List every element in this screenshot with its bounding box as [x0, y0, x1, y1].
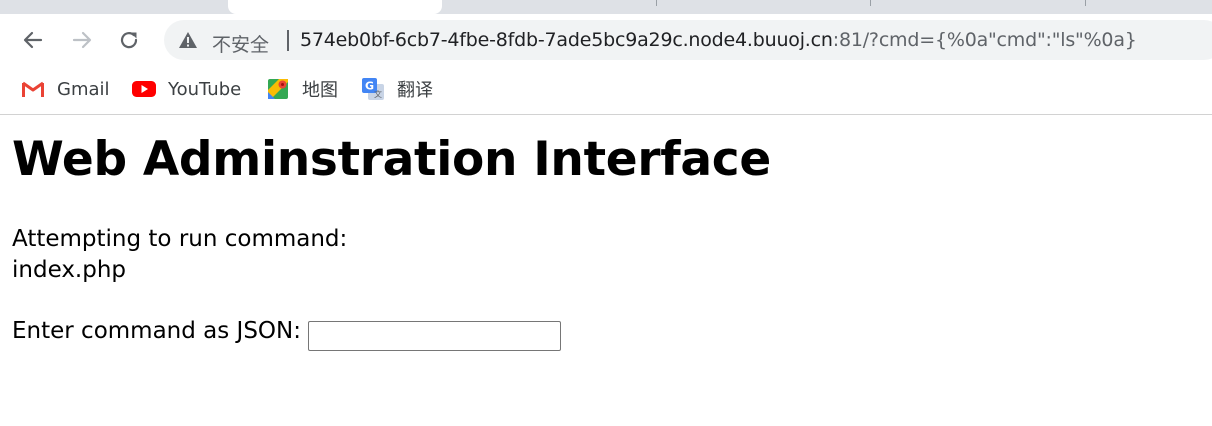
tab-separator	[1085, 0, 1086, 6]
address-bar[interactable]: 不安全 574eb0bf-6cb7-4fbe-8fdb-7ade5bc9a29c…	[164, 20, 1212, 60]
omnibox-divider	[287, 30, 289, 51]
maps-icon	[266, 77, 290, 101]
gmail-icon	[21, 77, 45, 101]
bookmark-label: 翻译	[397, 80, 433, 101]
url-path-query: :81/?cmd={%0a"cmd":"ls"%0a}	[832, 29, 1137, 51]
back-arrow-icon	[23, 31, 43, 49]
command-output: index.php	[12, 257, 127, 283]
translate-icon: G 文	[361, 77, 385, 101]
browser-toolbar: 不安全 574eb0bf-6cb7-4fbe-8fdb-7ade5bc9a29c…	[0, 14, 1212, 66]
status-label: Attempting to run command:	[12, 226, 348, 252]
bookmark-translate[interactable]: G 文 翻译	[361, 77, 433, 101]
bookmark-gmail[interactable]: Gmail	[21, 77, 110, 101]
forward-button[interactable]	[68, 26, 96, 54]
svg-text:文: 文	[374, 89, 382, 99]
bookmark-label: 地图	[302, 80, 338, 101]
youtube-icon	[132, 77, 156, 101]
back-button[interactable]	[19, 26, 47, 54]
security-status-label[interactable]: 不安全	[212, 30, 269, 57]
svg-text:G: G	[365, 80, 374, 93]
url-host: 574eb0bf-6cb7-4fbe-8fdb-7ade5bc9a29c.nod…	[300, 29, 833, 51]
bookmark-youtube[interactable]: YouTube	[132, 77, 241, 101]
tab-separator	[870, 0, 871, 6]
forward-arrow-icon	[72, 31, 92, 49]
warning-triangle-icon[interactable]	[178, 31, 198, 49]
page-title: Web Adminstration Interface	[12, 132, 771, 187]
bookmarks-bar: Gmail YouTube 地图 G 文 翻译	[0, 66, 1212, 115]
url-text[interactable]: 574eb0bf-6cb7-4fbe-8fdb-7ade5bc9a29c.nod…	[300, 29, 1137, 51]
tab-strip	[0, 0, 1212, 14]
bookmark-maps[interactable]: 地图	[266, 77, 338, 101]
active-tab[interactable]	[228, 0, 442, 14]
command-prompt-label: Enter command as JSON:	[12, 318, 301, 344]
bookmark-label: Gmail	[57, 78, 110, 100]
bookmark-label: YouTube	[168, 78, 242, 100]
reload-button[interactable]	[115, 26, 143, 54]
command-input[interactable]	[308, 321, 561, 351]
tab-separator	[656, 0, 657, 6]
reload-icon	[120, 32, 138, 49]
